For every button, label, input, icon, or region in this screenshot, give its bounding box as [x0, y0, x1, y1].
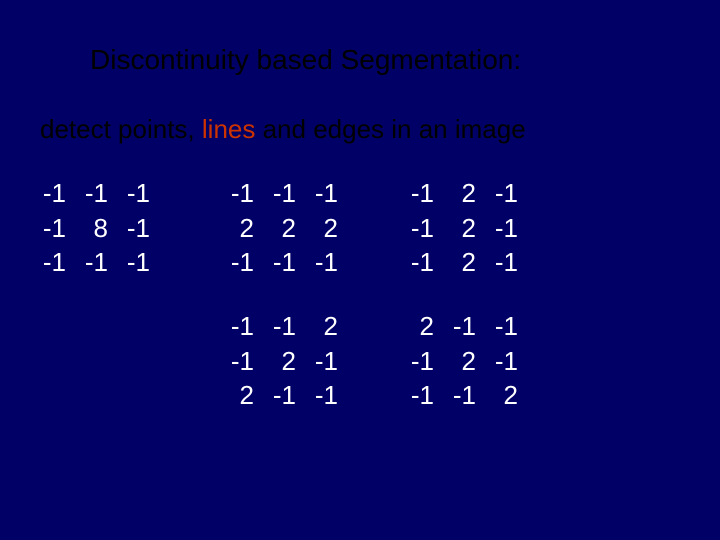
slide-title: Discontinuity based Segmentation: [90, 44, 521, 76]
slide-subtitle: detect points, lines and edges in an ima… [40, 114, 526, 145]
subtitle-part2: lines [202, 114, 255, 144]
matrix-horizontal: -1-1-1 222 -1-1-1 [218, 175, 346, 281]
matrix-diag45: -1-12 -12-1 2-1-1 [218, 308, 346, 414]
matrix-point: -1-1-1 -18-1 -1-1-1 [30, 175, 158, 281]
subtitle-part3: and edges in an image [255, 114, 525, 144]
matrix-diag-45: 2-1-1 -12-1 -1-12 [398, 308, 526, 414]
subtitle-part1: detect points, [40, 114, 202, 144]
matrix-vertical: -12-1 -12-1 -12-1 [398, 175, 526, 281]
slide: Discontinuity based Segmentation: detect… [0, 0, 720, 540]
